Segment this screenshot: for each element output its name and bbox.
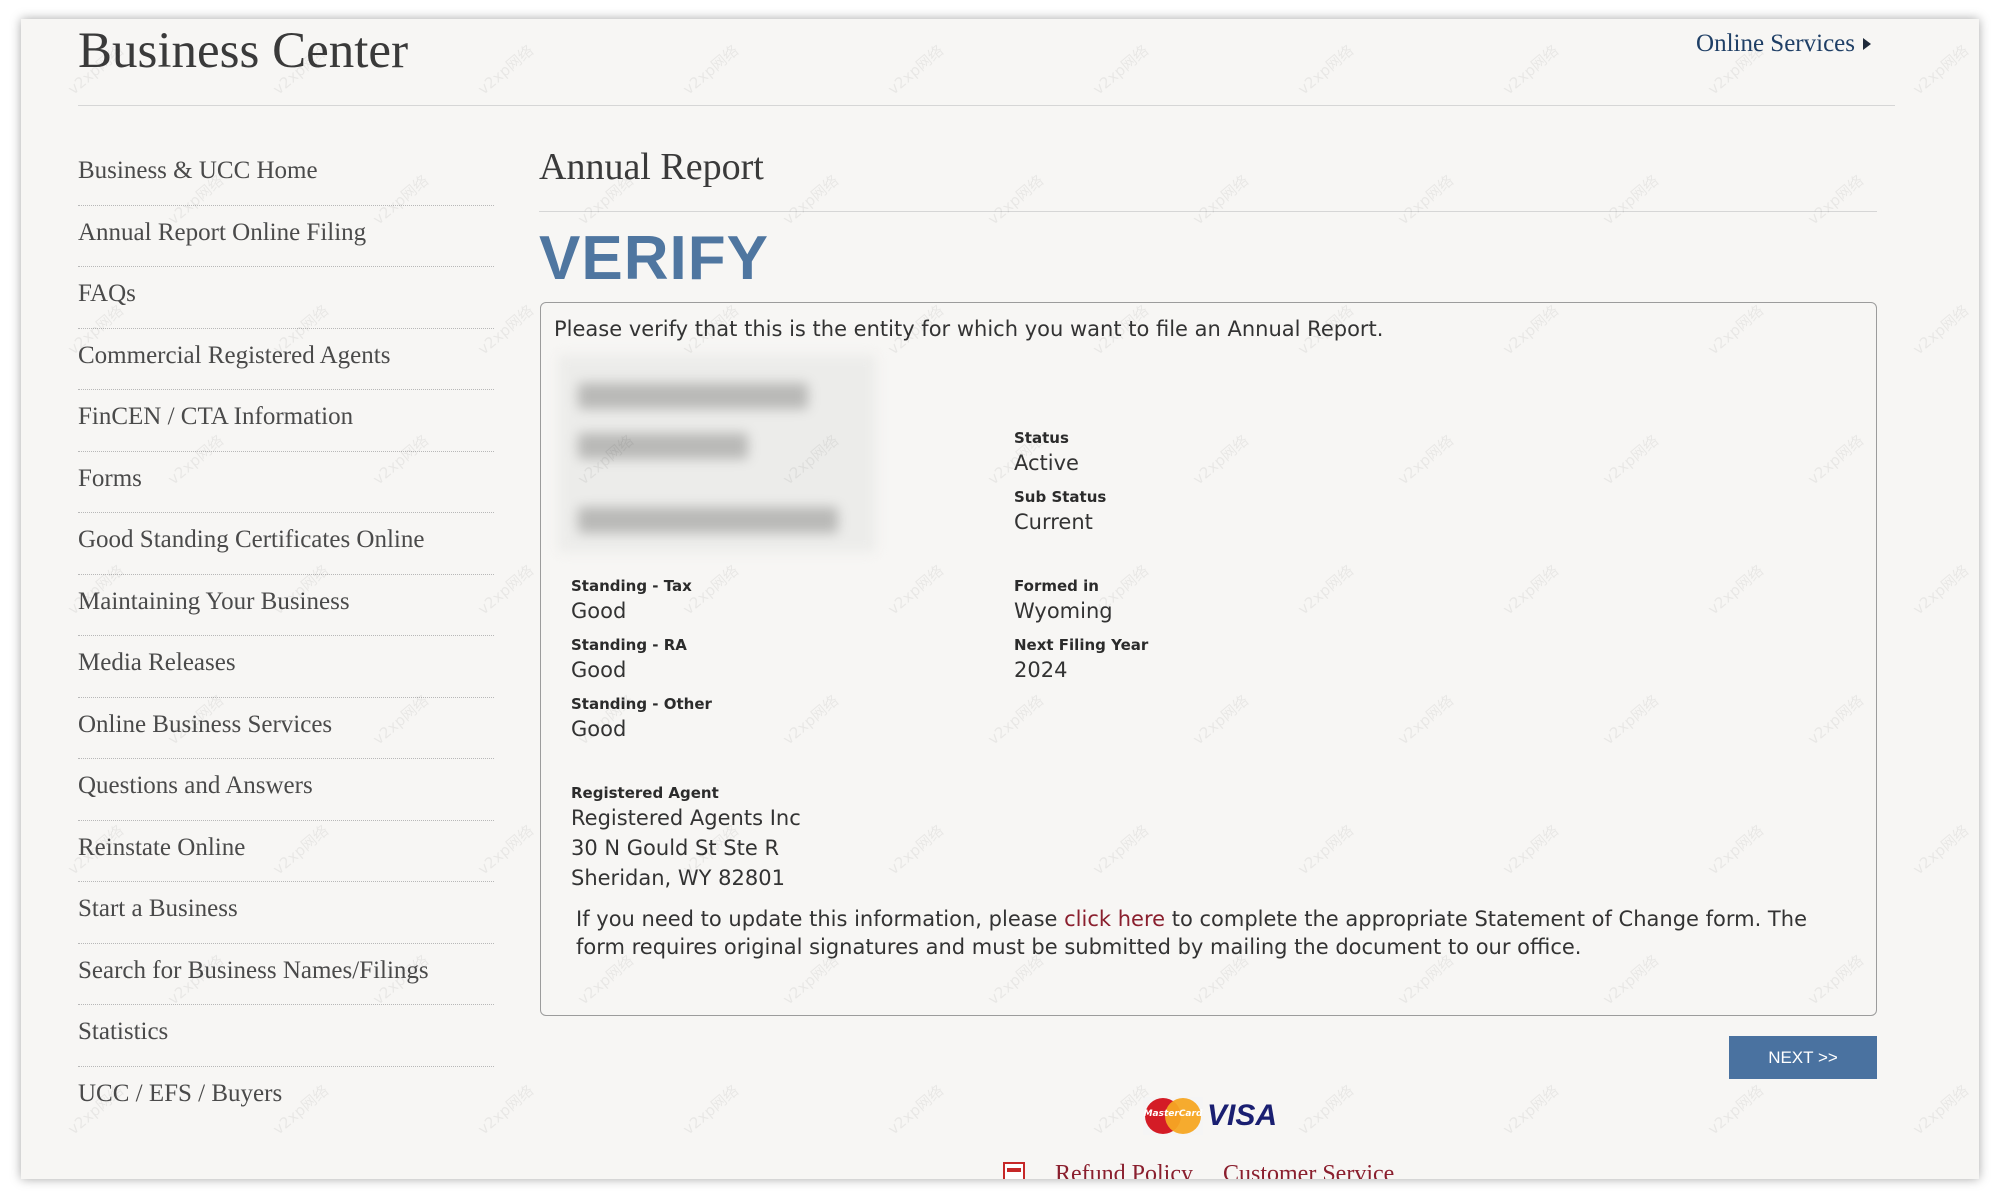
formed-in-field: Formed in Wyoming xyxy=(1014,577,1113,623)
registered-agent-label: Registered Agent xyxy=(571,784,719,802)
sidebar-item-good-standing-certificates[interactable]: Good Standing Certificates Online xyxy=(78,513,494,575)
main-divider xyxy=(539,211,1877,212)
next-button[interactable]: NEXT >> xyxy=(1729,1036,1877,1079)
mastercard-logo: MasterCard xyxy=(1143,1097,1203,1135)
verify-intro-text: Please verify that this is the entity fo… xyxy=(554,317,1384,341)
standing-tax-field: Standing - Tax Good xyxy=(571,577,692,623)
payment-card-logos: MasterCard VISA xyxy=(1143,1097,1277,1135)
formed-in-label: Formed in xyxy=(1014,577,1099,595)
watermark-text: v2xp网络 xyxy=(679,41,742,99)
click-here-link[interactable]: click here xyxy=(1064,907,1165,931)
change-note-text-before: If you need to update this information, … xyxy=(576,907,1065,931)
entity-verify-panel: Please verify that this is the entity fo… xyxy=(540,302,1877,1016)
standing-other-field: Standing - Other Good xyxy=(571,695,712,741)
watermark-text: v2xp网络 xyxy=(984,171,1047,229)
customer-service-link[interactable]: Customer Service xyxy=(1223,1161,1394,1179)
sidebar-item-commercial-registered-agents[interactable]: Commercial Registered Agents xyxy=(78,329,494,390)
header-divider xyxy=(78,105,1895,106)
sidebar-item-search-business-names[interactable]: Search for Business Names/Filings xyxy=(78,944,494,1005)
sidebar-item-statistics[interactable]: Statistics xyxy=(78,1005,494,1067)
watermark-text: v2xp网络 xyxy=(679,1081,742,1139)
watermark-text: v2xp网络 xyxy=(1499,1081,1562,1139)
registered-agent-name: Registered Agents Inc xyxy=(571,806,801,830)
watermark-text: v2xp网络 xyxy=(1909,821,1972,879)
next-filing-year-value: 2024 xyxy=(1014,658,1068,682)
standing-ra-value: Good xyxy=(571,658,627,682)
status-field: Status Active xyxy=(1014,429,1079,475)
status-label: Status xyxy=(1014,429,1069,447)
sidebar-item-fincen-cta-information[interactable]: FinCEN / CTA Information xyxy=(78,390,494,452)
watermark-text: v2xp网络 xyxy=(884,1081,947,1139)
registered-agent-field: Registered Agent Registered Agents Inc 3… xyxy=(571,784,801,890)
watermark-text: v2xp网络 xyxy=(1394,171,1457,229)
sidebar-item-online-business-services[interactable]: Online Business Services xyxy=(78,698,494,759)
redacted-entity-name-block xyxy=(558,355,876,552)
caret-right-icon xyxy=(1863,38,1871,50)
standing-tax-value: Good xyxy=(571,599,627,623)
watermark-text: v2xp网络 xyxy=(1804,171,1867,229)
sub-status-value: Current xyxy=(1014,510,1093,534)
sidebar-item-business-ucc-home[interactable]: Business & UCC Home xyxy=(78,144,494,206)
sidebar-item-maintaining-your-business[interactable]: Maintaining Your Business xyxy=(78,575,494,636)
page-frame: Business Center Online Services Business… xyxy=(21,19,1979,1179)
statement-of-change-note: If you need to update this information, … xyxy=(576,905,1856,961)
online-services-label: Online Services xyxy=(1696,30,1855,57)
watermark-text: v2xp网络 xyxy=(1294,41,1357,99)
sidebar-item-media-releases[interactable]: Media Releases xyxy=(78,636,494,698)
watermark-text: v2xp网络 xyxy=(1909,301,1972,359)
pdf-icon xyxy=(1003,1161,1025,1179)
watermark-text: v2xp网络 xyxy=(1599,171,1662,229)
formed-in-value: Wyoming xyxy=(1014,599,1113,623)
mastercard-logo-text: MasterCard xyxy=(1143,1109,1203,1119)
sidebar-item-annual-report-online-filing[interactable]: Annual Report Online Filing xyxy=(78,206,494,267)
standing-other-value: Good xyxy=(571,717,627,741)
watermark-text: v2xp网络 xyxy=(1909,41,1972,99)
standing-tax-label: Standing - Tax xyxy=(571,577,692,595)
watermark-text: v2xp网络 xyxy=(1089,41,1152,99)
status-value: Active xyxy=(1014,451,1079,475)
refund-policy-link[interactable]: Refund Policy xyxy=(1055,1161,1193,1179)
sidebar-item-forms[interactable]: Forms xyxy=(78,452,494,513)
sidebar-nav: Business & UCC Home Annual Report Online… xyxy=(78,144,494,1128)
watermark-text: v2xp网络 xyxy=(1909,561,1972,619)
sidebar-item-reinstate-online[interactable]: Reinstate Online xyxy=(78,821,494,882)
online-services-link[interactable]: Online Services xyxy=(1696,27,1871,61)
standing-ra-field: Standing - RA Good xyxy=(571,636,687,682)
watermark-text: v2xp网络 xyxy=(779,171,842,229)
visa-logo: VISA xyxy=(1207,1099,1278,1132)
next-filing-year-field: Next Filing Year 2024 xyxy=(1014,636,1148,682)
watermark-text: v2xp网络 xyxy=(1294,1081,1357,1139)
registered-agent-address-line1: 30 N Gould St Ste R xyxy=(571,836,780,860)
registered-agent-address-line2: Sheridan, WY 82801 xyxy=(571,866,785,890)
sidebar-item-start-a-business[interactable]: Start a Business xyxy=(78,882,494,944)
page-heading: Annual Report xyxy=(539,146,764,188)
footer-links: Refund Policy Customer Service xyxy=(1003,1161,1394,1179)
next-filing-year-label: Next Filing Year xyxy=(1014,636,1149,654)
watermark-text: v2xp网络 xyxy=(1704,1081,1767,1139)
watermark-text: v2xp网络 xyxy=(474,41,537,99)
sub-status-field: Sub Status Current xyxy=(1014,488,1106,534)
site-title: Business Center xyxy=(78,23,409,79)
watermark-text: v2xp网络 xyxy=(884,41,947,99)
watermark-text: v2xp网络 xyxy=(1909,1081,1972,1139)
sidebar-item-faqs[interactable]: FAQs xyxy=(78,267,494,329)
standing-ra-label: Standing - RA xyxy=(571,636,687,654)
watermark-text: v2xp网络 xyxy=(1189,171,1252,229)
sidebar-item-ucc-efs-buyers[interactable]: UCC / EFS / Buyers xyxy=(78,1067,494,1129)
sub-status-label: Sub Status xyxy=(1014,488,1107,506)
sidebar-item-questions-and-answers[interactable]: Questions and Answers xyxy=(78,759,494,821)
verify-title: VERIFY xyxy=(539,224,769,293)
watermark-text: v2xp网络 xyxy=(1499,41,1562,99)
standing-other-label: Standing - Other xyxy=(571,695,712,713)
